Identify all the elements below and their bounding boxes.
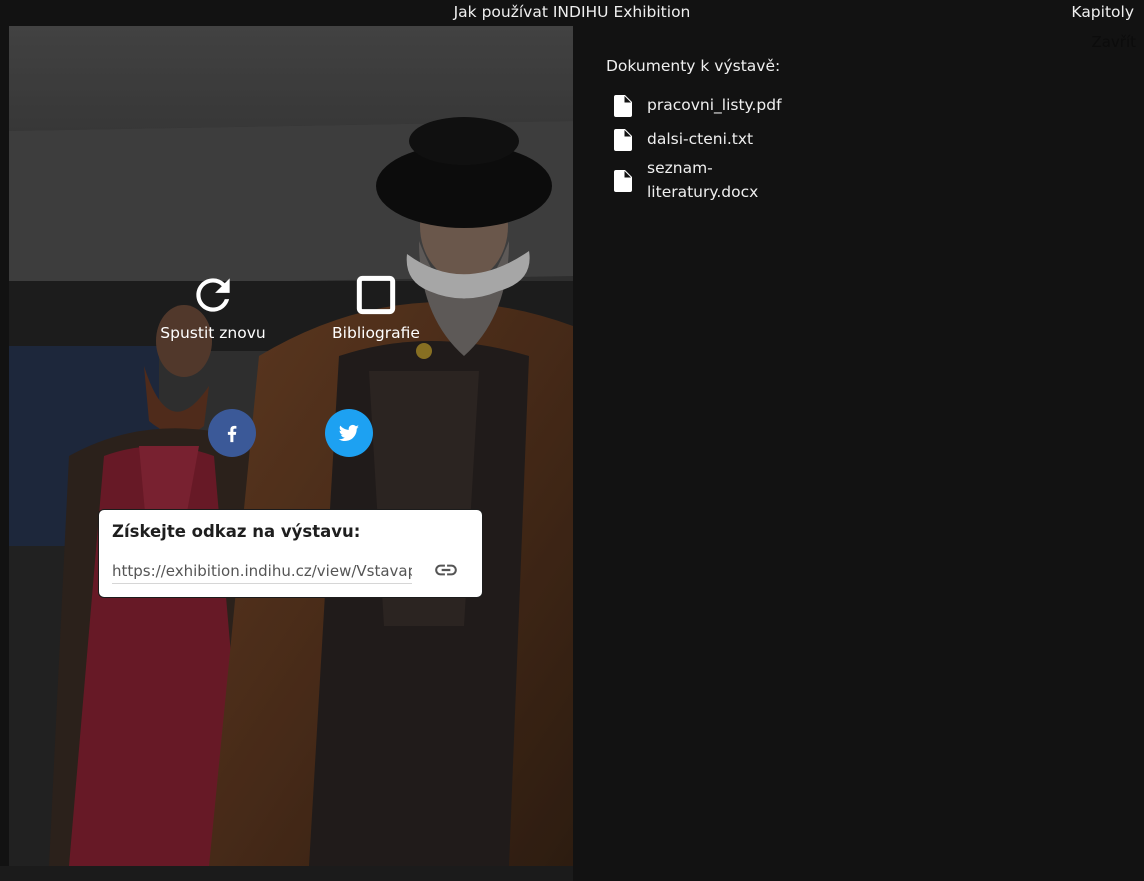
document-item[interactable]: dalsi-cteni.txt (614, 127, 797, 151)
square-icon (356, 275, 396, 315)
copy-link-button[interactable] (433, 557, 459, 583)
refresh-icon (196, 278, 230, 312)
document-item[interactable]: seznam-literatury.docx (614, 156, 767, 204)
file-icon (614, 129, 632, 151)
document-item[interactable]: pracovni_listy.pdf (614, 93, 797, 117)
facebook-share-button[interactable] (208, 409, 256, 457)
share-link-title: Získejte odkaz na výstavu: (112, 522, 361, 541)
background-photo (9, 26, 573, 866)
document-name: seznam-literatury.docx (647, 159, 759, 201)
facebook-icon (227, 425, 237, 443)
document-name: dalsi-cteni.txt (647, 130, 754, 148)
link-icon (435, 564, 457, 576)
share-link-card: Získejte odkaz na výstavu: (98, 509, 483, 598)
chapters-button[interactable]: Kapitoly (1071, 3, 1134, 21)
bibliography-label: Bibliografie (332, 324, 420, 342)
file-icon (614, 95, 632, 117)
restart-button[interactable]: Spustit znovu (157, 270, 269, 342)
stage-bottom-strip (0, 866, 573, 881)
file-icon (614, 170, 632, 192)
twitter-share-button[interactable] (325, 409, 373, 457)
bibliography-button[interactable]: Bibliografie (321, 270, 431, 342)
share-link-input[interactable] (112, 558, 412, 584)
exhibition-stage: Spustit znovu Bibliografie (9, 26, 573, 866)
restart-label: Spustit znovu (160, 324, 266, 342)
exhibition-title: Jak používat INDIHU Exhibition (453, 3, 691, 21)
document-name: pracovni_listy.pdf (647, 96, 782, 114)
close-button[interactable]: Zavřít (1091, 33, 1136, 51)
documents-heading: Dokumenty k výstavě: (606, 57, 781, 75)
top-bar: Jak používat INDIHU Exhibition Kapitoly (0, 0, 1144, 26)
twitter-icon (338, 424, 359, 441)
